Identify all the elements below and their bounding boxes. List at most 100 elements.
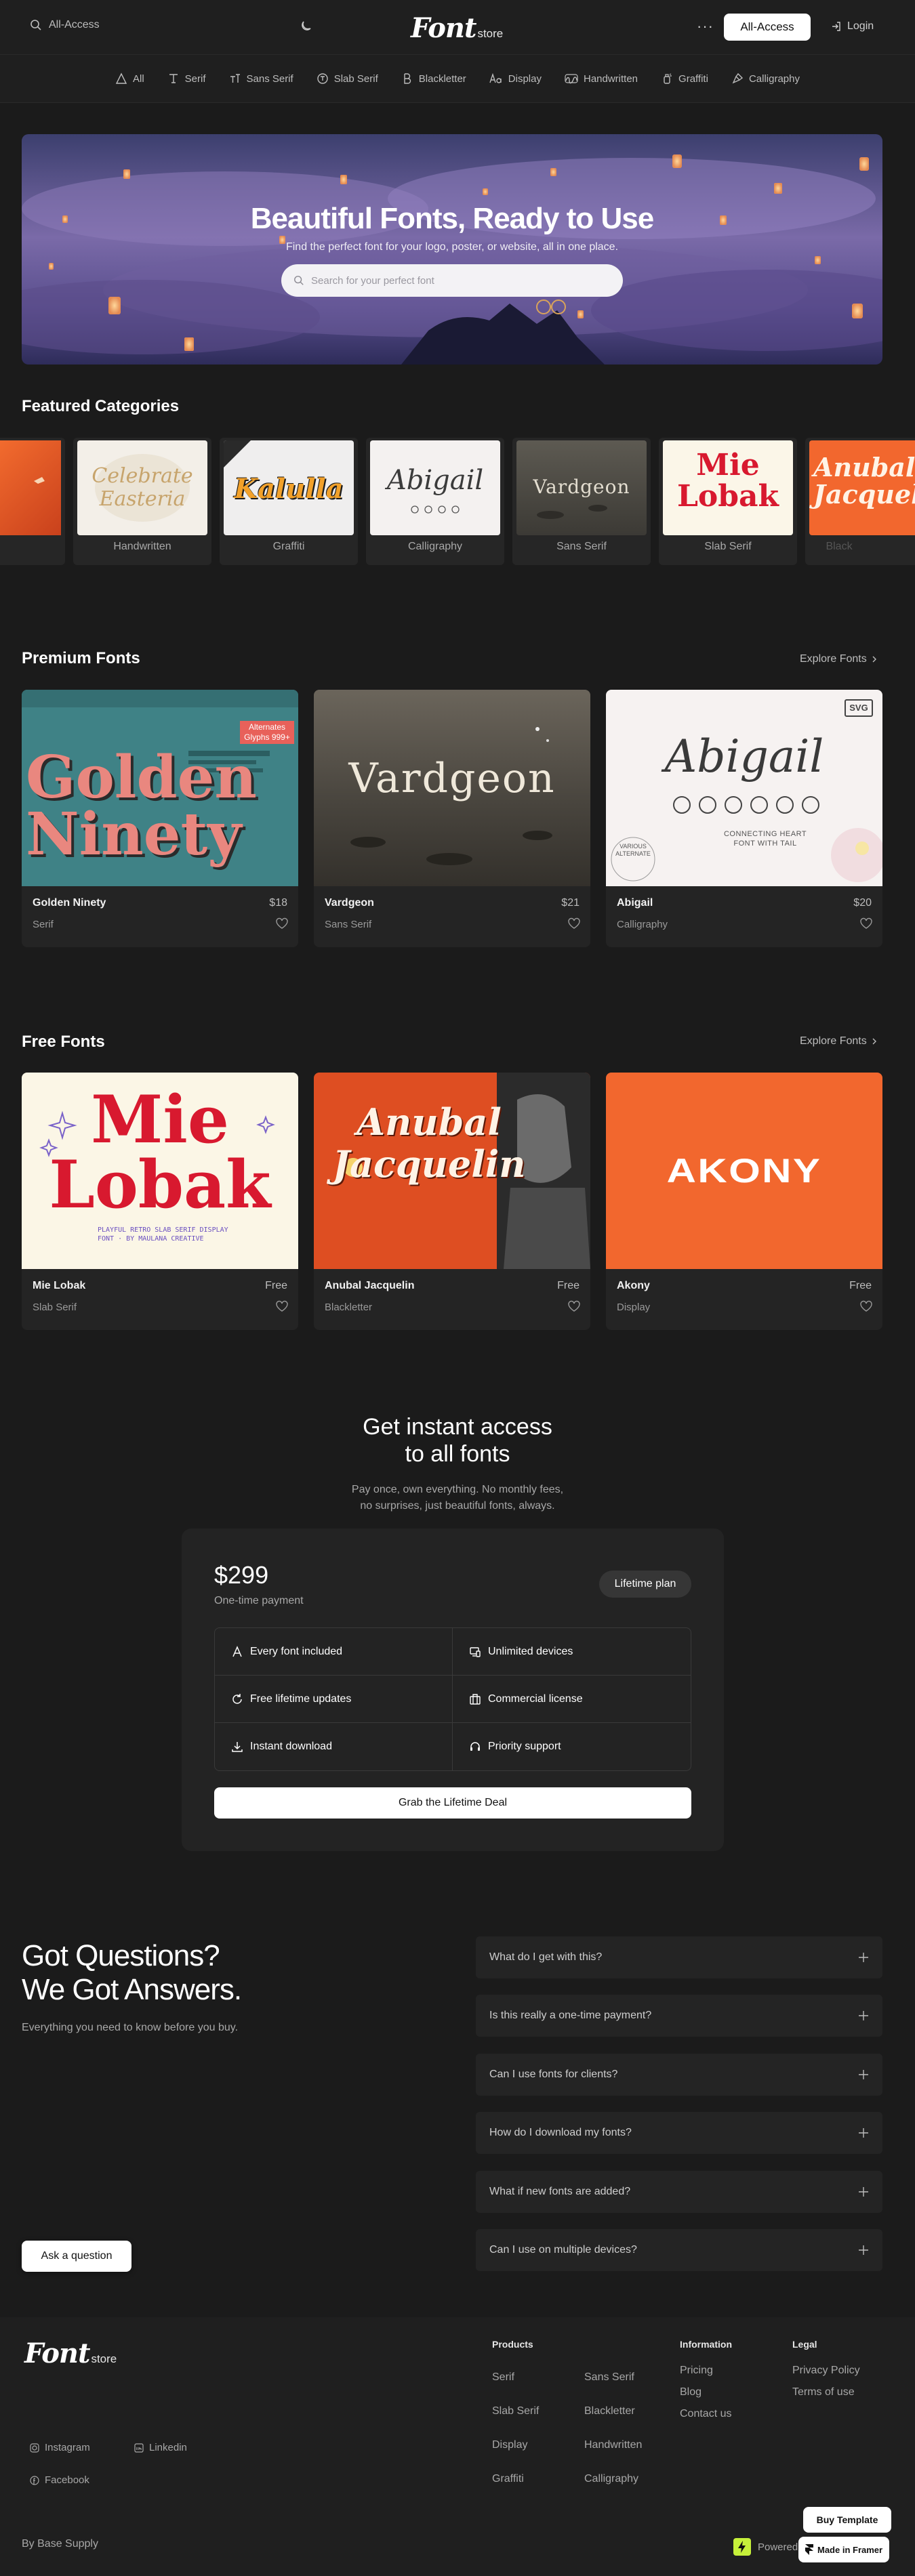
font-card-akony[interactable]: AKONY Akony Free Display [606,1073,882,1330]
footer-link[interactable]: Privacy Policy [792,2365,860,2377]
faq-item[interactable]: What if new fonts are added? [476,2171,882,2213]
pricing-sub-line2: no surprises, just beautiful fonts, alwa… [360,1500,555,1512]
card-image: Alternates Glyphs 999+ Golden Ninety [22,690,298,886]
card-image [0,440,61,535]
nav-item-handwritten[interactable]: Handwritten [565,72,638,85]
nav-item-calligraphy[interactable]: Calligraphy [731,72,800,85]
hero-search-input[interactable]: Search for your perfect font [281,264,623,297]
heart-icon[interactable] [275,1300,289,1312]
feature-grid: Every font included Unlimited devices Fr… [214,1627,691,1771]
nav-item-label: Sans Serif [246,72,293,85]
buy-template-button[interactable]: Buy Template [803,2507,891,2533]
faq-item[interactable]: What do I get with this? [476,1936,882,1978]
powered-label: Powered [758,2541,798,2553]
footer-link[interactable]: Graffiti [492,2473,524,2485]
ask-question-button[interactable]: Ask a question [22,2241,131,2272]
font-card-mie-lobak[interactable]: Mie Lobak PLAYFUL RETRO SLAB SERIF DISPL… [22,1073,298,1330]
font-card-abigail[interactable]: SVG Abigail CONNECTING HEART FONT WITH T… [606,690,882,947]
footer-link[interactable]: Pricing [680,2365,713,2377]
card-image: Vardgeon [516,440,647,535]
logo[interactable]: Font store [411,12,503,44]
nav-item-label: All [133,72,144,85]
font-price: Free [557,1280,580,1291]
footer-link[interactable]: Blackletter [584,2405,635,2417]
card-image: Celebrate Easteria [77,440,207,535]
footer-link[interactable]: Handwritten [584,2439,642,2451]
font-name: Vardgeon [325,897,374,909]
hero-title: Beautiful Fonts, Ready to Use [250,202,654,235]
faq-item[interactable]: Is this really a one-time payment? [476,1995,882,2037]
nav-item-display[interactable]: Display [489,72,542,85]
faq-item[interactable]: Can I use fonts for clients? [476,2054,882,2096]
footer-logo[interactable]: Font store [24,2338,117,2369]
theme-toggle[interactable] [298,19,313,34]
font-price: Free [265,1280,287,1291]
card-label: Handwritten [113,541,171,552]
nav-item-sans-serif[interactable]: Sans Serif [229,72,293,85]
social-linkedin[interactable]: Linkedin [134,2442,187,2453]
heart-icon[interactable] [567,1300,581,1312]
heart-icon[interactable] [859,1300,873,1312]
search-trigger[interactable]: All-Access [30,19,100,31]
footer-link[interactable]: Calligraphy [584,2473,638,2485]
footer-byline[interactable]: By Base Supply [22,2538,98,2550]
plus-icon [859,1953,868,1962]
font-name: Anubal Jacquelin [325,1280,415,1291]
heart-icon[interactable] [275,917,289,930]
devices-icon [470,1646,481,1657]
nav-item-blackletter[interactable]: Blackletter [401,72,466,85]
nav-item-label: Serif [184,72,206,85]
footer-information-title: Information [680,2339,732,2350]
category-card-handwritten[interactable]: Celebrate Easteria Handwritten [73,438,211,565]
hero-subtitle: Find the perfect font for your logo, pos… [285,241,619,253]
footer-link[interactable]: Blog [680,2386,702,2398]
login-link[interactable]: Login [831,20,874,33]
triangle-icon [115,72,127,84]
card-art-text: Anubal Jacquelin [332,1100,526,1186]
footer-link[interactable]: Sans Serif [584,2371,634,2384]
category-card-graffiti[interactable]: Kalulla Graffiti [220,438,358,565]
heart-icon[interactable] [859,917,873,930]
category-card-slab-serif[interactable]: Mie Lobak Slab Serif [659,438,797,565]
powered-badge[interactable]: Powered [733,2538,798,2556]
explore-label: Explore Fonts [800,1035,867,1047]
footer-link[interactable]: Display [492,2439,527,2451]
premium-explore-link[interactable]: Explore Fonts [800,653,878,665]
category-card-calligraphy[interactable]: Abigail Calligraphy [366,438,504,565]
card-label: Graffiti [272,541,305,552]
category-card-sans-serif[interactable]: Vardgeon Sans Serif [512,438,651,565]
made-in-framer-button[interactable]: Made in Framer [798,2537,889,2562]
nav-item-slab-serif[interactable]: Slab Serif [317,72,378,85]
faq-question: What if new fonts are added? [489,2186,631,2197]
card-art-text: Abigail [386,465,484,496]
faq-item[interactable]: How do I download my fonts? [476,2112,882,2154]
lifetime-deal-button[interactable]: Grab the Lifetime Deal [214,1787,691,1819]
footer-link[interactable]: Contact us [680,2408,731,2420]
font-category: Calligraphy [617,919,668,930]
footer-link[interactable]: Terms of use [792,2386,855,2398]
all-access-button[interactable]: All-Access [724,14,811,41]
faq-title: Got Questions? We Got Answers. [22,1939,242,2007]
category-card-partial[interactable] [0,438,65,565]
footer-link[interactable]: Slab Serif [492,2405,539,2417]
nav-item-all[interactable]: All [115,72,144,85]
social-instagram[interactable]: Instagram [30,2442,90,2453]
more-menu-button[interactable]: ··· [697,18,714,35]
faq-item[interactable]: Can I use on multiple devices? [476,2229,882,2271]
footer-legal-title: Legal [792,2339,817,2350]
card-image: Mie Lobak [663,440,793,535]
feature-label: Free lifetime updates [250,1692,352,1705]
heart-icon[interactable] [567,917,581,930]
category-card-blackletter[interactable]: Anubal Jacquelin Black [805,438,915,565]
font-card-anubal-jacquelin[interactable]: Anubal Jacquelin Anubal Jacquelin Free B… [314,1073,590,1330]
font-card-golden-ninety[interactable]: Alternates Glyphs 999+ Golden Ninety Gol… [22,690,298,947]
font-category: Sans Serif [325,919,372,930]
font-card-vardgeon[interactable]: Vardgeon Vardgeon $21 Sans Serif [314,690,590,947]
footer-link[interactable]: Serif [492,2371,514,2384]
nav-item-graffiti[interactable]: Graffiti [661,72,708,85]
social-facebook[interactable]: Facebook [30,2474,89,2486]
free-explore-link[interactable]: Explore Fonts [800,1035,878,1047]
briefcase-icon [470,1693,481,1705]
nav-item-serif[interactable]: Serif [167,72,206,85]
plus-icon [859,2245,868,2255]
